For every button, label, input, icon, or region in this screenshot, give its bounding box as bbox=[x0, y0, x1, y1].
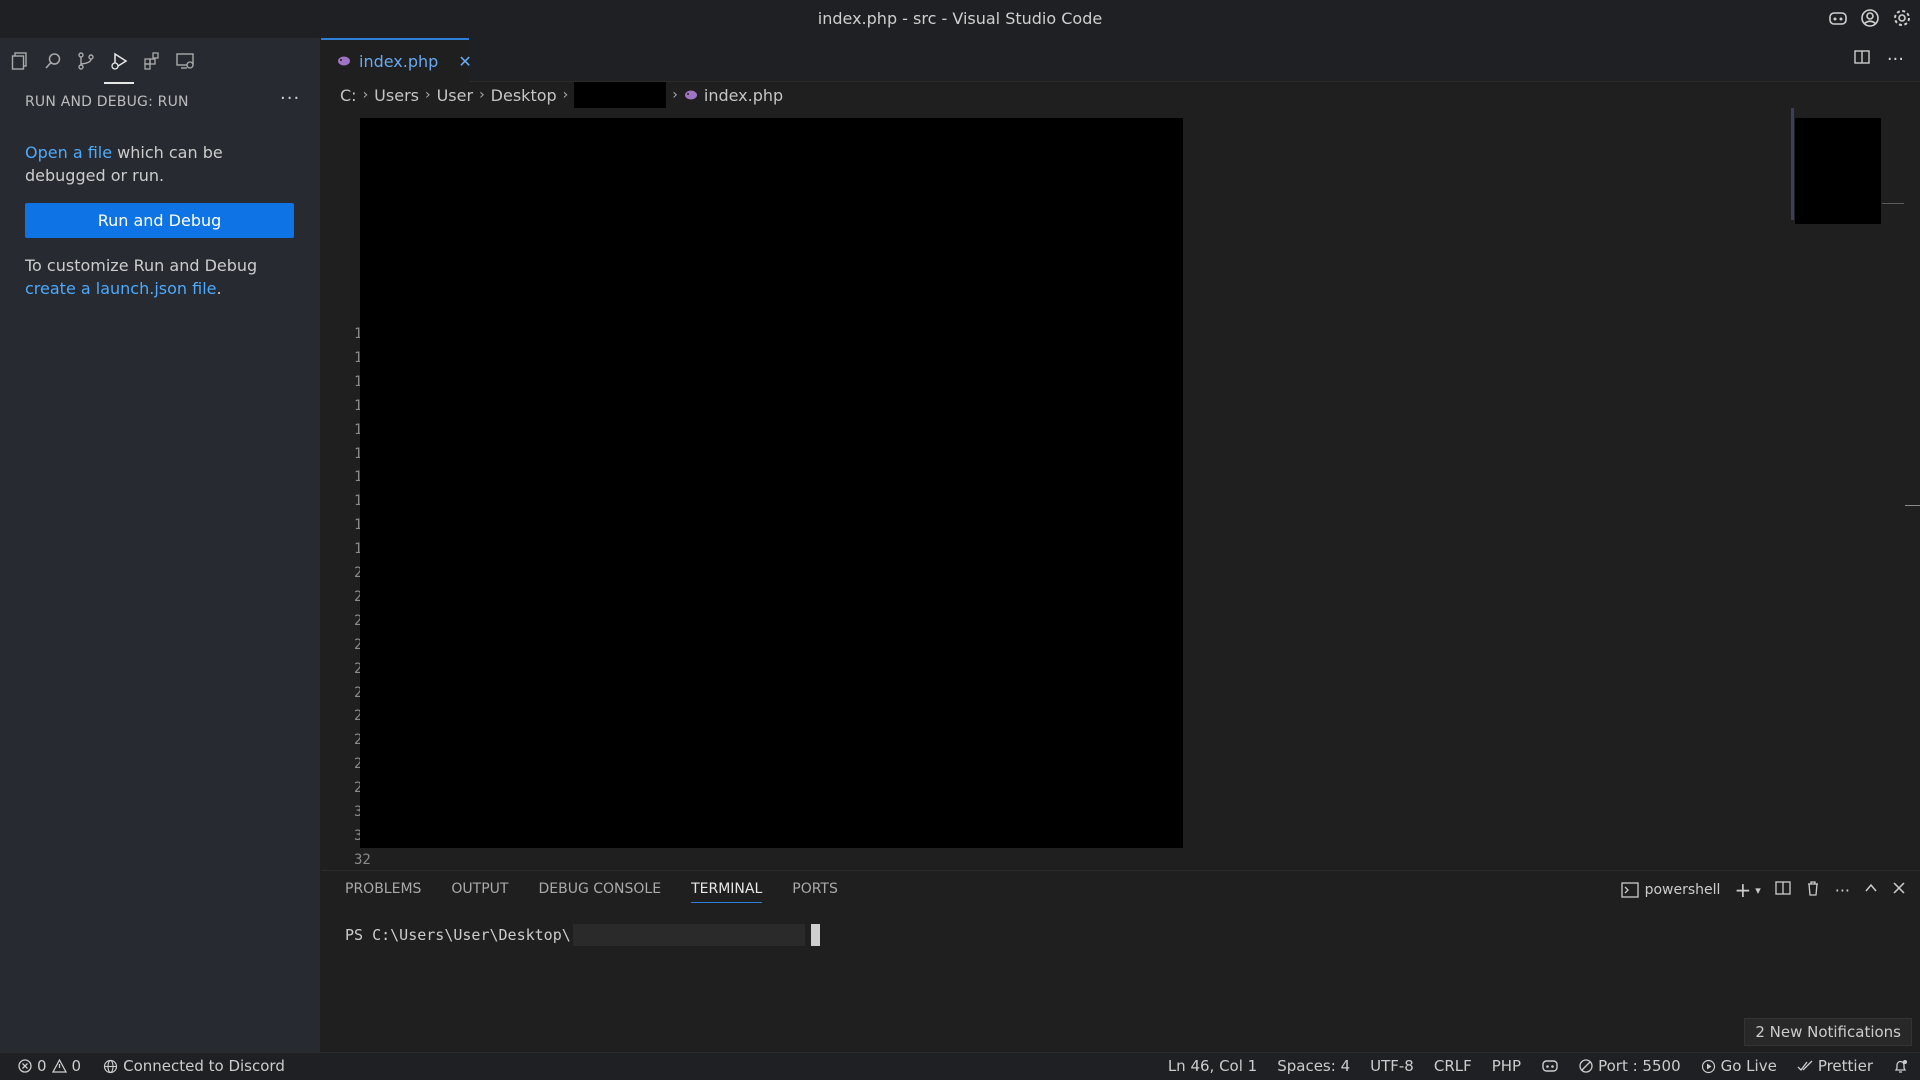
problems-status[interactable]: 0 0 bbox=[18, 1057, 81, 1075]
breadcrumb-item[interactable]: Desktop bbox=[491, 86, 557, 105]
breadcrumb-item[interactable]: index.php bbox=[704, 86, 783, 105]
title-bar: index.php - src - Visual Studio Code bbox=[0, 0, 1920, 38]
window-title: index.php - src - Visual Studio Code bbox=[817, 9, 1103, 28]
php-file-icon bbox=[337, 52, 351, 71]
notifications-toast[interactable]: 2 New Notifications bbox=[1744, 1018, 1912, 1046]
language-mode[interactable]: PHP bbox=[1492, 1057, 1521, 1075]
run-debug-icon[interactable] bbox=[104, 46, 134, 84]
run-and-debug-button[interactable]: Run and Debug bbox=[25, 203, 294, 238]
status-bar-left: 0 0 Connected to Discord bbox=[18, 1057, 285, 1075]
tab-close-icon[interactable]: ✕ bbox=[458, 52, 471, 71]
customize-period: . bbox=[216, 279, 222, 298]
tab-output[interactable]: OUTPUT bbox=[451, 881, 508, 903]
globe-icon bbox=[103, 1059, 118, 1073]
redacted-minimap[interactable] bbox=[1795, 118, 1881, 224]
activity-bar bbox=[8, 46, 197, 84]
panel-tabs: PROBLEMS OUTPUT DEBUG CONSOLE TERMINAL P… bbox=[345, 881, 838, 903]
scrollbar-marker bbox=[1905, 505, 1920, 506]
prettier-status[interactable]: Prettier bbox=[1797, 1057, 1873, 1075]
terminal-prompt: PS C:\Users\User\Desktop\ bbox=[345, 926, 571, 944]
breadcrumb-item[interactable]: Users bbox=[374, 86, 419, 105]
breadcrumb-item[interactable]: C: bbox=[340, 86, 357, 105]
more-actions-icon[interactable]: ··· bbox=[1887, 49, 1904, 70]
split-terminal-icon[interactable] bbox=[1775, 880, 1791, 900]
open-file-text: Open a file which can be debugged or run… bbox=[25, 141, 295, 187]
shell-name: powershell bbox=[1644, 882, 1721, 898]
status-bar: 0 0 Connected to Discord Ln 46, Col 1 Sp… bbox=[0, 1052, 1920, 1080]
redacted-code bbox=[360, 118, 1183, 848]
minimap-indicator bbox=[1791, 108, 1794, 220]
port-status[interactable]: Port : 5500 bbox=[1579, 1057, 1681, 1075]
port-label: Port : 5500 bbox=[1598, 1057, 1681, 1075]
cursor-position[interactable]: Ln 46, Col 1 bbox=[1168, 1057, 1257, 1075]
more-actions-icon[interactable]: ··· bbox=[1835, 881, 1850, 900]
breadcrumb-item[interactable]: User bbox=[437, 86, 473, 105]
minimap-marker bbox=[1882, 203, 1904, 204]
go-live-button[interactable]: Go Live bbox=[1701, 1057, 1777, 1075]
gear-icon[interactable] bbox=[1890, 6, 1914, 30]
editor-tab-bar: index.php ✕ ··· bbox=[321, 38, 1920, 82]
discord-label: Connected to Discord bbox=[123, 1057, 285, 1075]
bell-icon[interactable] bbox=[1893, 1059, 1908, 1074]
new-terminal-icon[interactable]: + bbox=[1734, 878, 1751, 902]
prettier-label: Prettier bbox=[1817, 1057, 1873, 1075]
check-double-icon bbox=[1797, 1060, 1813, 1071]
copilot-status-icon[interactable] bbox=[1541, 1058, 1559, 1074]
terminal-icon bbox=[1620, 882, 1639, 898]
explorer-icon[interactable] bbox=[8, 46, 32, 76]
tab-terminal[interactable]: TERMINAL bbox=[691, 881, 763, 903]
account-icon[interactable] bbox=[1858, 6, 1882, 30]
close-panel-icon[interactable] bbox=[1892, 881, 1906, 899]
customize-label: To customize Run and Debug bbox=[25, 256, 258, 275]
launch-json-link[interactable]: create a launch.json file bbox=[25, 279, 216, 298]
php-file-icon bbox=[684, 86, 698, 105]
terminal-cursor bbox=[810, 924, 820, 946]
maximize-panel-icon[interactable] bbox=[1864, 881, 1878, 899]
terminal-prompt-line[interactable]: PS C:\Users\User\Desktop\ bbox=[345, 924, 820, 946]
breadcrumb-sep: › bbox=[424, 87, 431, 103]
redacted-breadcrumb bbox=[574, 82, 667, 108]
terminal-shell-selector[interactable]: powershell bbox=[1620, 882, 1721, 898]
panel-actions: powershell + ▾ ··· bbox=[1620, 878, 1906, 902]
encoding[interactable]: UTF-8 bbox=[1370, 1057, 1414, 1075]
no-entry-icon bbox=[1579, 1059, 1593, 1073]
source-control-icon[interactable] bbox=[74, 46, 98, 76]
chevron-down-icon[interactable]: ▾ bbox=[1755, 884, 1761, 897]
sidebar: RUN AND DEBUG: RUN ··· Open a file which… bbox=[0, 38, 320, 1052]
error-icon bbox=[18, 1059, 32, 1073]
copilot-icon[interactable] bbox=[1826, 6, 1850, 30]
warning-count: 0 bbox=[71, 1057, 82, 1075]
tab-problems[interactable]: PROBLEMS bbox=[345, 881, 421, 903]
tab-debug-console[interactable]: DEBUG CONSOLE bbox=[538, 881, 661, 903]
go-live-label: Go Live bbox=[1720, 1057, 1777, 1075]
editor-actions: ··· bbox=[1853, 48, 1904, 70]
error-count: 0 bbox=[37, 1057, 47, 1075]
split-editor-icon[interactable] bbox=[1853, 48, 1871, 70]
open-file-link[interactable]: Open a file bbox=[25, 143, 112, 162]
warning-icon bbox=[51, 1059, 67, 1073]
tab-index-php[interactable]: index.php ✕ bbox=[321, 38, 472, 82]
search-icon[interactable] bbox=[41, 46, 65, 76]
breadcrumb-sep: › bbox=[479, 87, 485, 103]
discord-status[interactable]: Connected to Discord bbox=[103, 1057, 285, 1075]
title-bar-actions bbox=[1826, 6, 1914, 30]
line-number: 32 bbox=[354, 852, 371, 868]
remote-explorer-icon[interactable] bbox=[173, 46, 197, 76]
indentation[interactable]: Spaces: 4 bbox=[1277, 1057, 1350, 1075]
tab-label: index.php bbox=[359, 51, 439, 71]
breadcrumb-sep: › bbox=[672, 87, 678, 103]
redacted-path bbox=[572, 924, 805, 946]
sidebar-header: RUN AND DEBUG: RUN bbox=[25, 94, 189, 110]
breadcrumb-sep: › bbox=[362, 87, 369, 103]
breadcrumb: C: › Users › User › Desktop › › index.ph… bbox=[340, 82, 783, 108]
line-ending[interactable]: CRLF bbox=[1434, 1057, 1472, 1075]
extensions-icon[interactable] bbox=[140, 46, 164, 76]
customize-text: To customize Run and Debug create a laun… bbox=[25, 254, 295, 300]
sidebar-more-button[interactable]: ··· bbox=[280, 88, 300, 109]
tab-ports[interactable]: PORTS bbox=[792, 881, 838, 903]
breadcrumb-sep: › bbox=[562, 87, 569, 103]
broadcast-icon bbox=[1701, 1059, 1715, 1073]
trash-icon[interactable] bbox=[1805, 880, 1821, 900]
status-bar-right: Ln 46, Col 1 Spaces: 4 UTF-8 CRLF PHP Po… bbox=[1168, 1057, 1908, 1075]
